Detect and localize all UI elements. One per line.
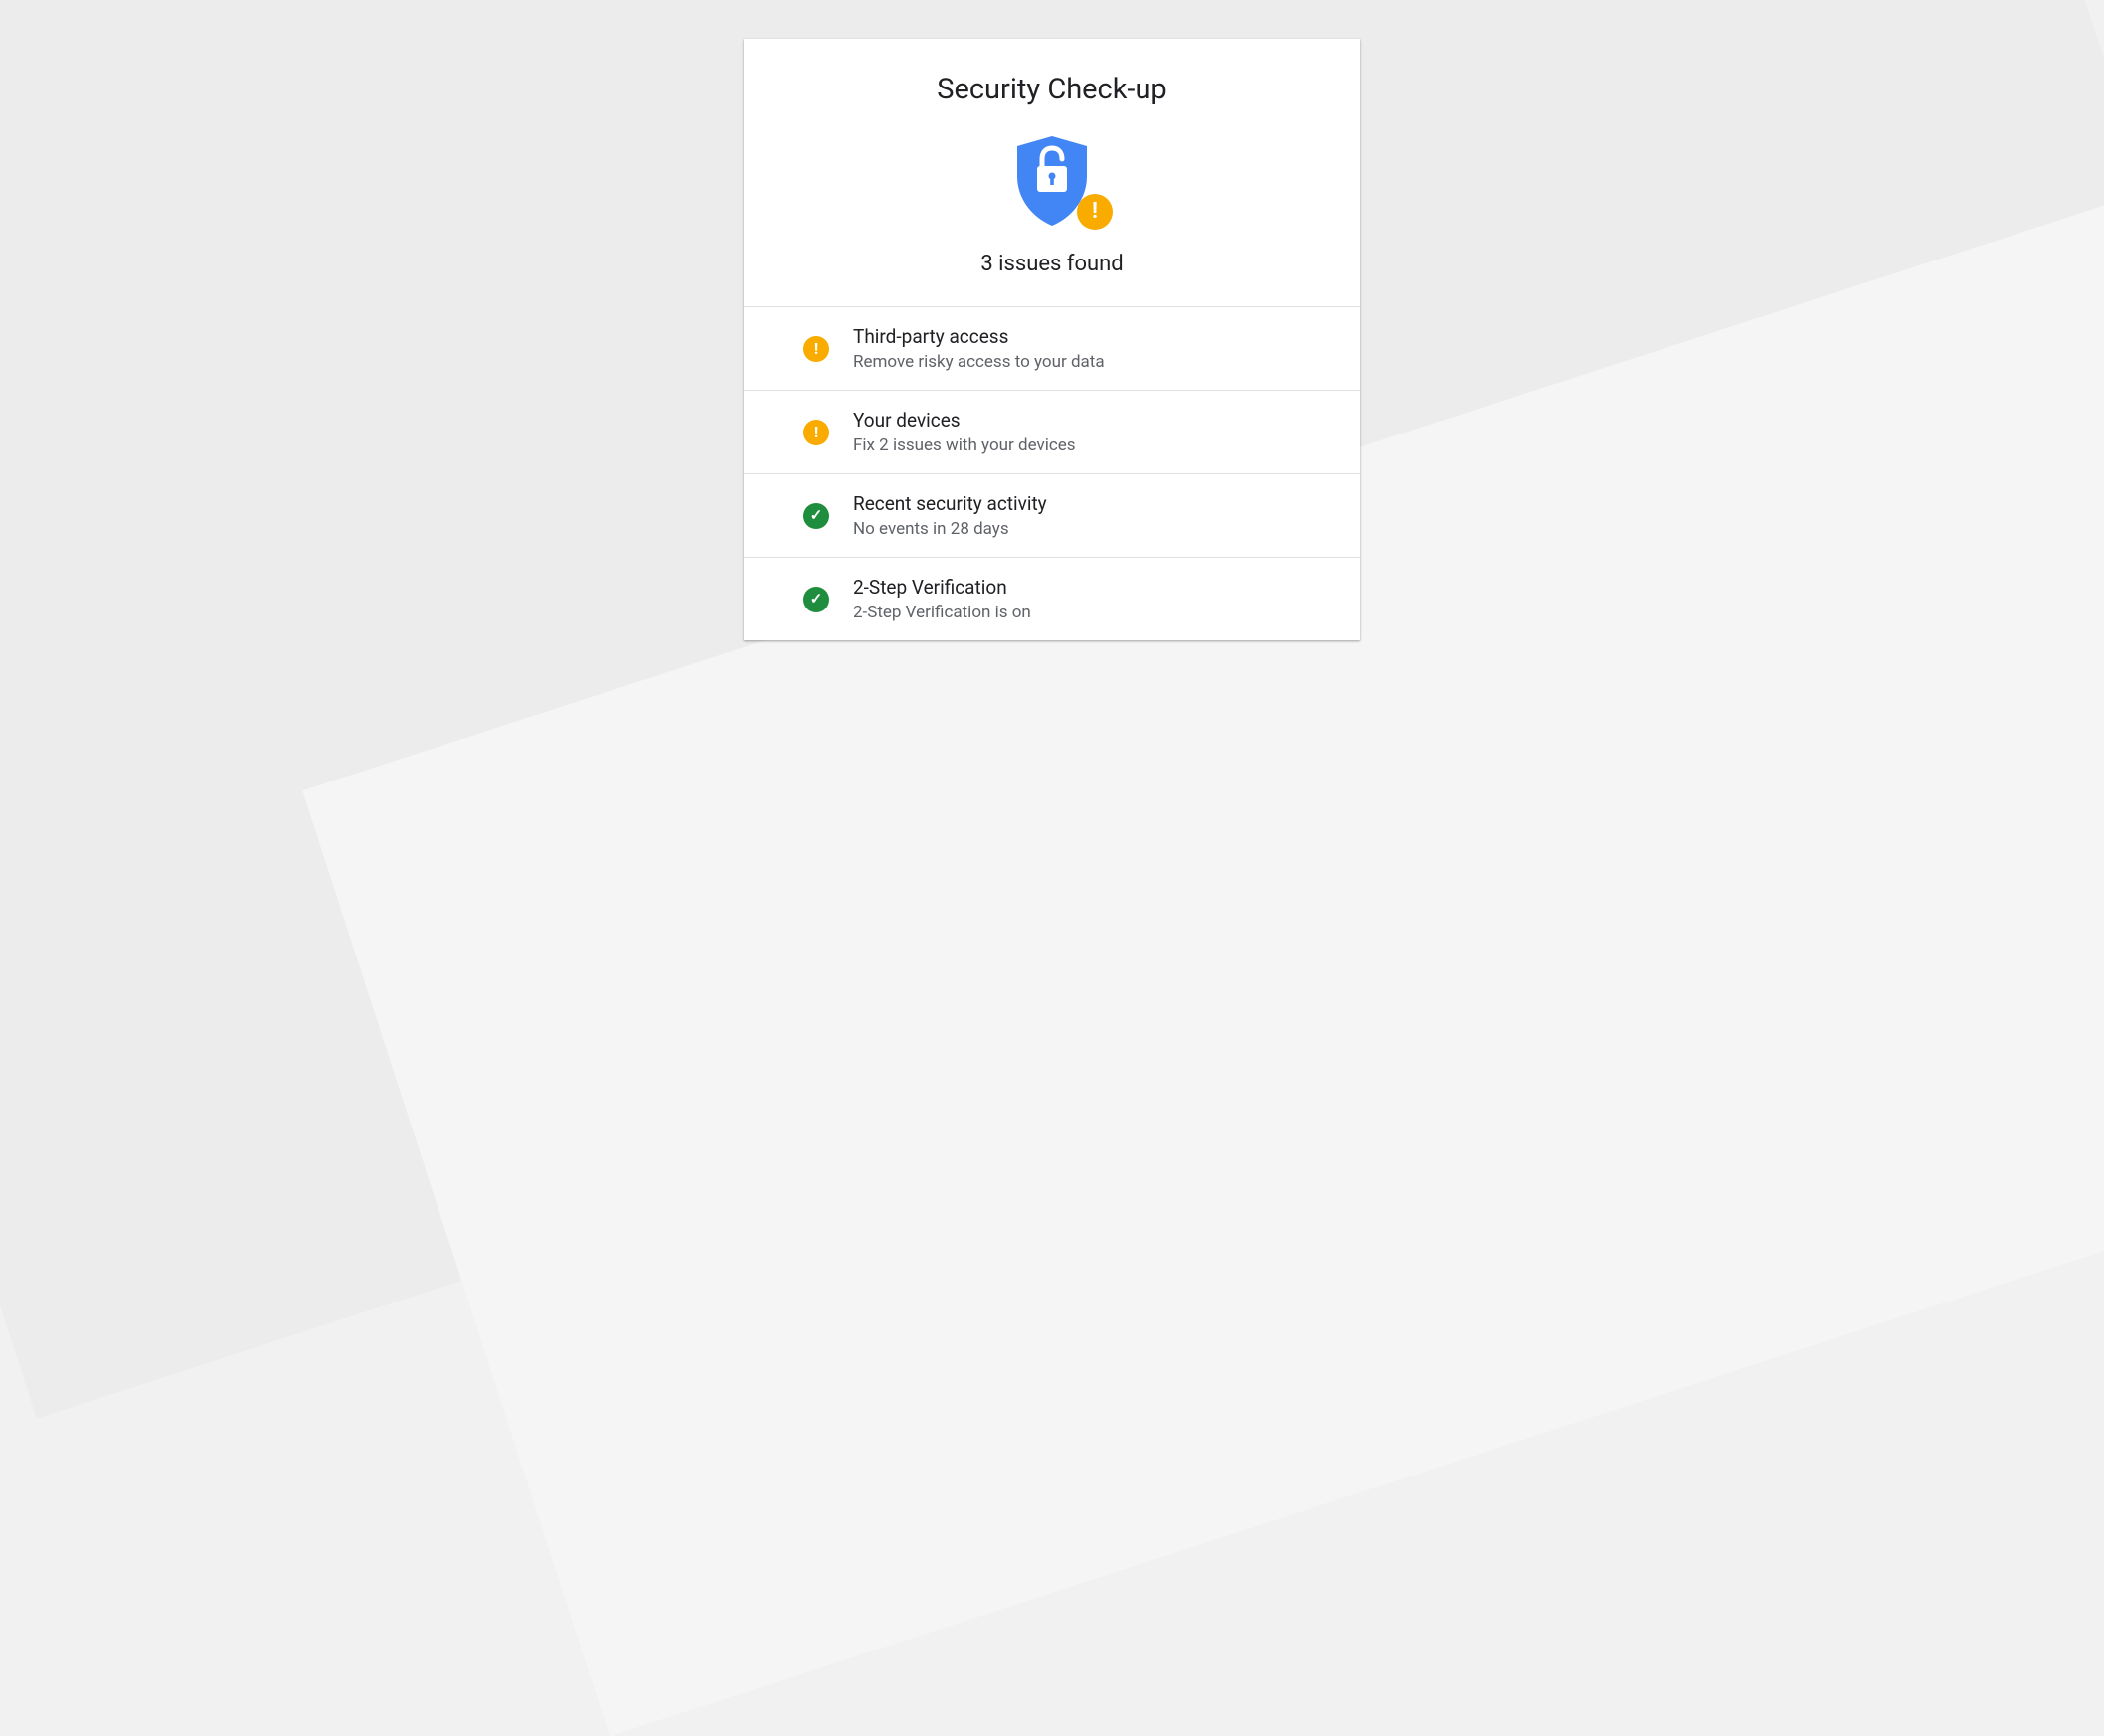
item-subtitle: Fix 2 issues with your devices <box>853 435 1076 455</box>
shield-illustration: ! <box>768 134 1336 228</box>
item-subtitle: 2-Step Verification is on <box>853 603 1031 622</box>
item-title: Third-party access <box>853 325 1105 348</box>
issues-found-text: 3 issues found <box>768 252 1336 276</box>
item-subtitle: Remove risky access to your data <box>853 352 1105 372</box>
checkmark-glyph: ✓ <box>810 508 823 523</box>
ok-status-icon: ✓ <box>803 503 829 529</box>
security-checkup-card: Security Check-up ! <box>744 39 1360 640</box>
item-title: Your devices <box>853 409 1076 432</box>
checkmark-glyph: ✓ <box>810 592 823 607</box>
item-title: 2-Step Verification <box>853 576 1031 599</box>
exclamation-glyph: ! <box>1092 201 1098 223</box>
card-header: Security Check-up ! <box>744 39 1360 307</box>
warning-badge-icon: ! <box>1077 194 1113 230</box>
warning-status-icon: ! <box>803 420 829 445</box>
ok-status-icon: ✓ <box>803 587 829 612</box>
item-text: Your devices Fix 2 issues with your devi… <box>853 409 1076 455</box>
item-text: Third-party access Remove risky access t… <box>853 325 1105 372</box>
exclamation-glyph: ! <box>814 425 818 440</box>
security-item-recent-activity[interactable]: ✓ Recent security activity No events in … <box>744 474 1360 558</box>
security-item-your-devices[interactable]: ! Your devices Fix 2 issues with your de… <box>744 391 1360 474</box>
security-item-two-step-verification[interactable]: ✓ 2-Step Verification 2-Step Verificatio… <box>744 558 1360 640</box>
item-text: Recent security activity No events in 28… <box>853 492 1047 539</box>
item-subtitle: No events in 28 days <box>853 519 1047 539</box>
exclamation-glyph: ! <box>814 341 818 357</box>
card-title: Security Check-up <box>768 73 1336 106</box>
warning-status-icon: ! <box>803 336 829 362</box>
item-text: 2-Step Verification 2-Step Verification … <box>853 576 1031 622</box>
security-item-third-party-access[interactable]: ! Third-party access Remove risky access… <box>744 307 1360 391</box>
item-title: Recent security activity <box>853 492 1047 515</box>
shield-wrap: ! <box>1005 134 1099 228</box>
